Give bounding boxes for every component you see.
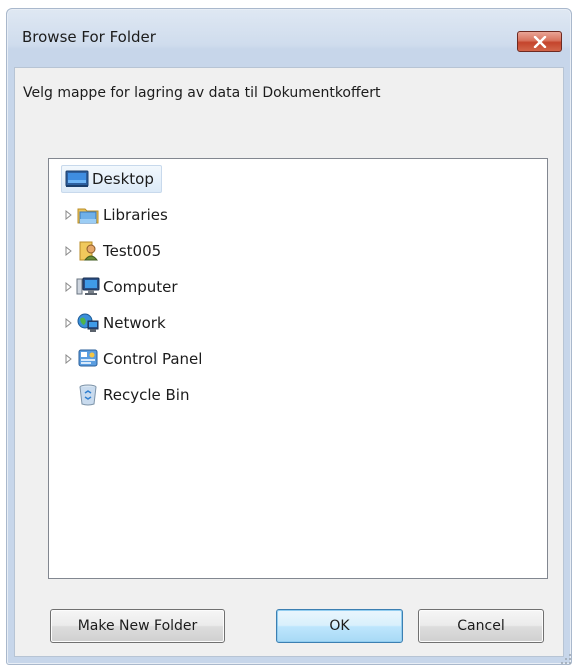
expand-arrow-icon[interactable] [63,201,75,229]
ok-button[interactable]: OK [276,609,403,643]
recycle-bin-icon [75,383,101,407]
network-icon [75,311,101,335]
computer-icon [75,275,101,299]
tree-item-label: Recycle Bin [103,386,190,404]
control-panel-icon [75,347,101,371]
tree-item-test005[interactable]: Test005 [63,237,161,265]
tree-item-label: Desktop [92,170,154,188]
tree-item-desktop[interactable]: Desktop [61,165,162,193]
tree-item-label: Libraries [103,206,168,224]
dialog-prompt: Velg mappe for lagring av data til Dokum… [23,85,381,101]
expand-arrow-icon[interactable] [63,309,75,337]
expand-arrow-icon[interactable] [63,345,75,373]
desktop-icon [64,167,90,191]
close-icon [533,35,546,48]
tree-item-recycle-bin[interactable]: Recycle Bin [75,381,189,409]
tree-item-control-panel[interactable]: Control Panel [63,345,202,373]
tree-item-selection: Desktop [61,165,162,193]
close-button[interactable] [517,31,562,52]
folder-tree[interactable]: Desktop Libraries Test005 Computer Netwo… [48,158,548,579]
user-folder-icon [75,239,101,263]
expand-arrow-icon[interactable] [63,273,75,301]
tree-item-label: Control Panel [103,350,203,368]
tree-item-computer[interactable]: Computer [63,273,178,301]
tree-item-label: Test005 [103,242,162,260]
cancel-button[interactable]: Cancel [418,609,544,643]
tree-item-network[interactable]: Network [63,309,166,337]
expand-arrow-icon[interactable] [63,237,75,265]
tree-item-label: Computer [103,278,178,296]
libraries-icon [75,203,101,227]
tree-item-label: Network [103,314,166,332]
window-title: Browse For Folder [22,28,156,46]
tree-item-libraries[interactable]: Libraries [63,201,168,229]
make-new-folder-button[interactable]: Make New Folder [50,609,225,643]
resize-grip-icon[interactable] [560,653,572,665]
